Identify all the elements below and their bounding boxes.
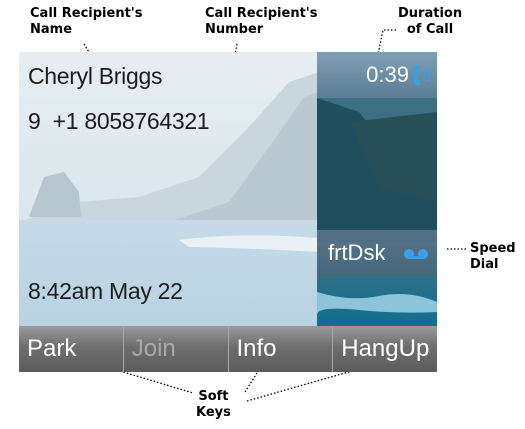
softkey-bar: Park Join Info HangUp: [19, 326, 437, 372]
callout-recipient-name: Call Recipient's Name: [30, 6, 143, 37]
duration-bar: 0:39: [317, 52, 437, 98]
call-datetime: 8:42am May 22: [28, 278, 183, 304]
speed-dial-button[interactable]: frtDsk: [317, 230, 437, 276]
softkey-hangup[interactable]: HangUp: [333, 326, 437, 372]
recipient-name: Cheryl Briggs: [28, 63, 163, 89]
voicemail-icon: [404, 249, 428, 259]
callout-duration: Duration of Call: [398, 6, 463, 37]
speed-dial-label: frtDsk: [328, 240, 386, 265]
call-duration: 0:39: [366, 62, 409, 87]
callout-recipient-number: Call Recipient's Number: [205, 6, 318, 37]
right-panel: 0:39 frtDsk: [317, 52, 437, 320]
callout-speed-dial: Speed Dial: [470, 241, 516, 272]
callout-soft-keys: Soft Keys: [196, 389, 231, 420]
softkey-info[interactable]: Info: [229, 326, 334, 372]
handset-icon: [414, 65, 431, 85]
recipient-number: 9 +1 8058764321: [28, 108, 210, 134]
softkey-park[interactable]: Park: [19, 326, 124, 372]
softkey-join[interactable]: Join: [124, 326, 229, 372]
phone-screen: Cheryl Briggs 9 +1 8058764321 8:42am May…: [19, 52, 437, 372]
